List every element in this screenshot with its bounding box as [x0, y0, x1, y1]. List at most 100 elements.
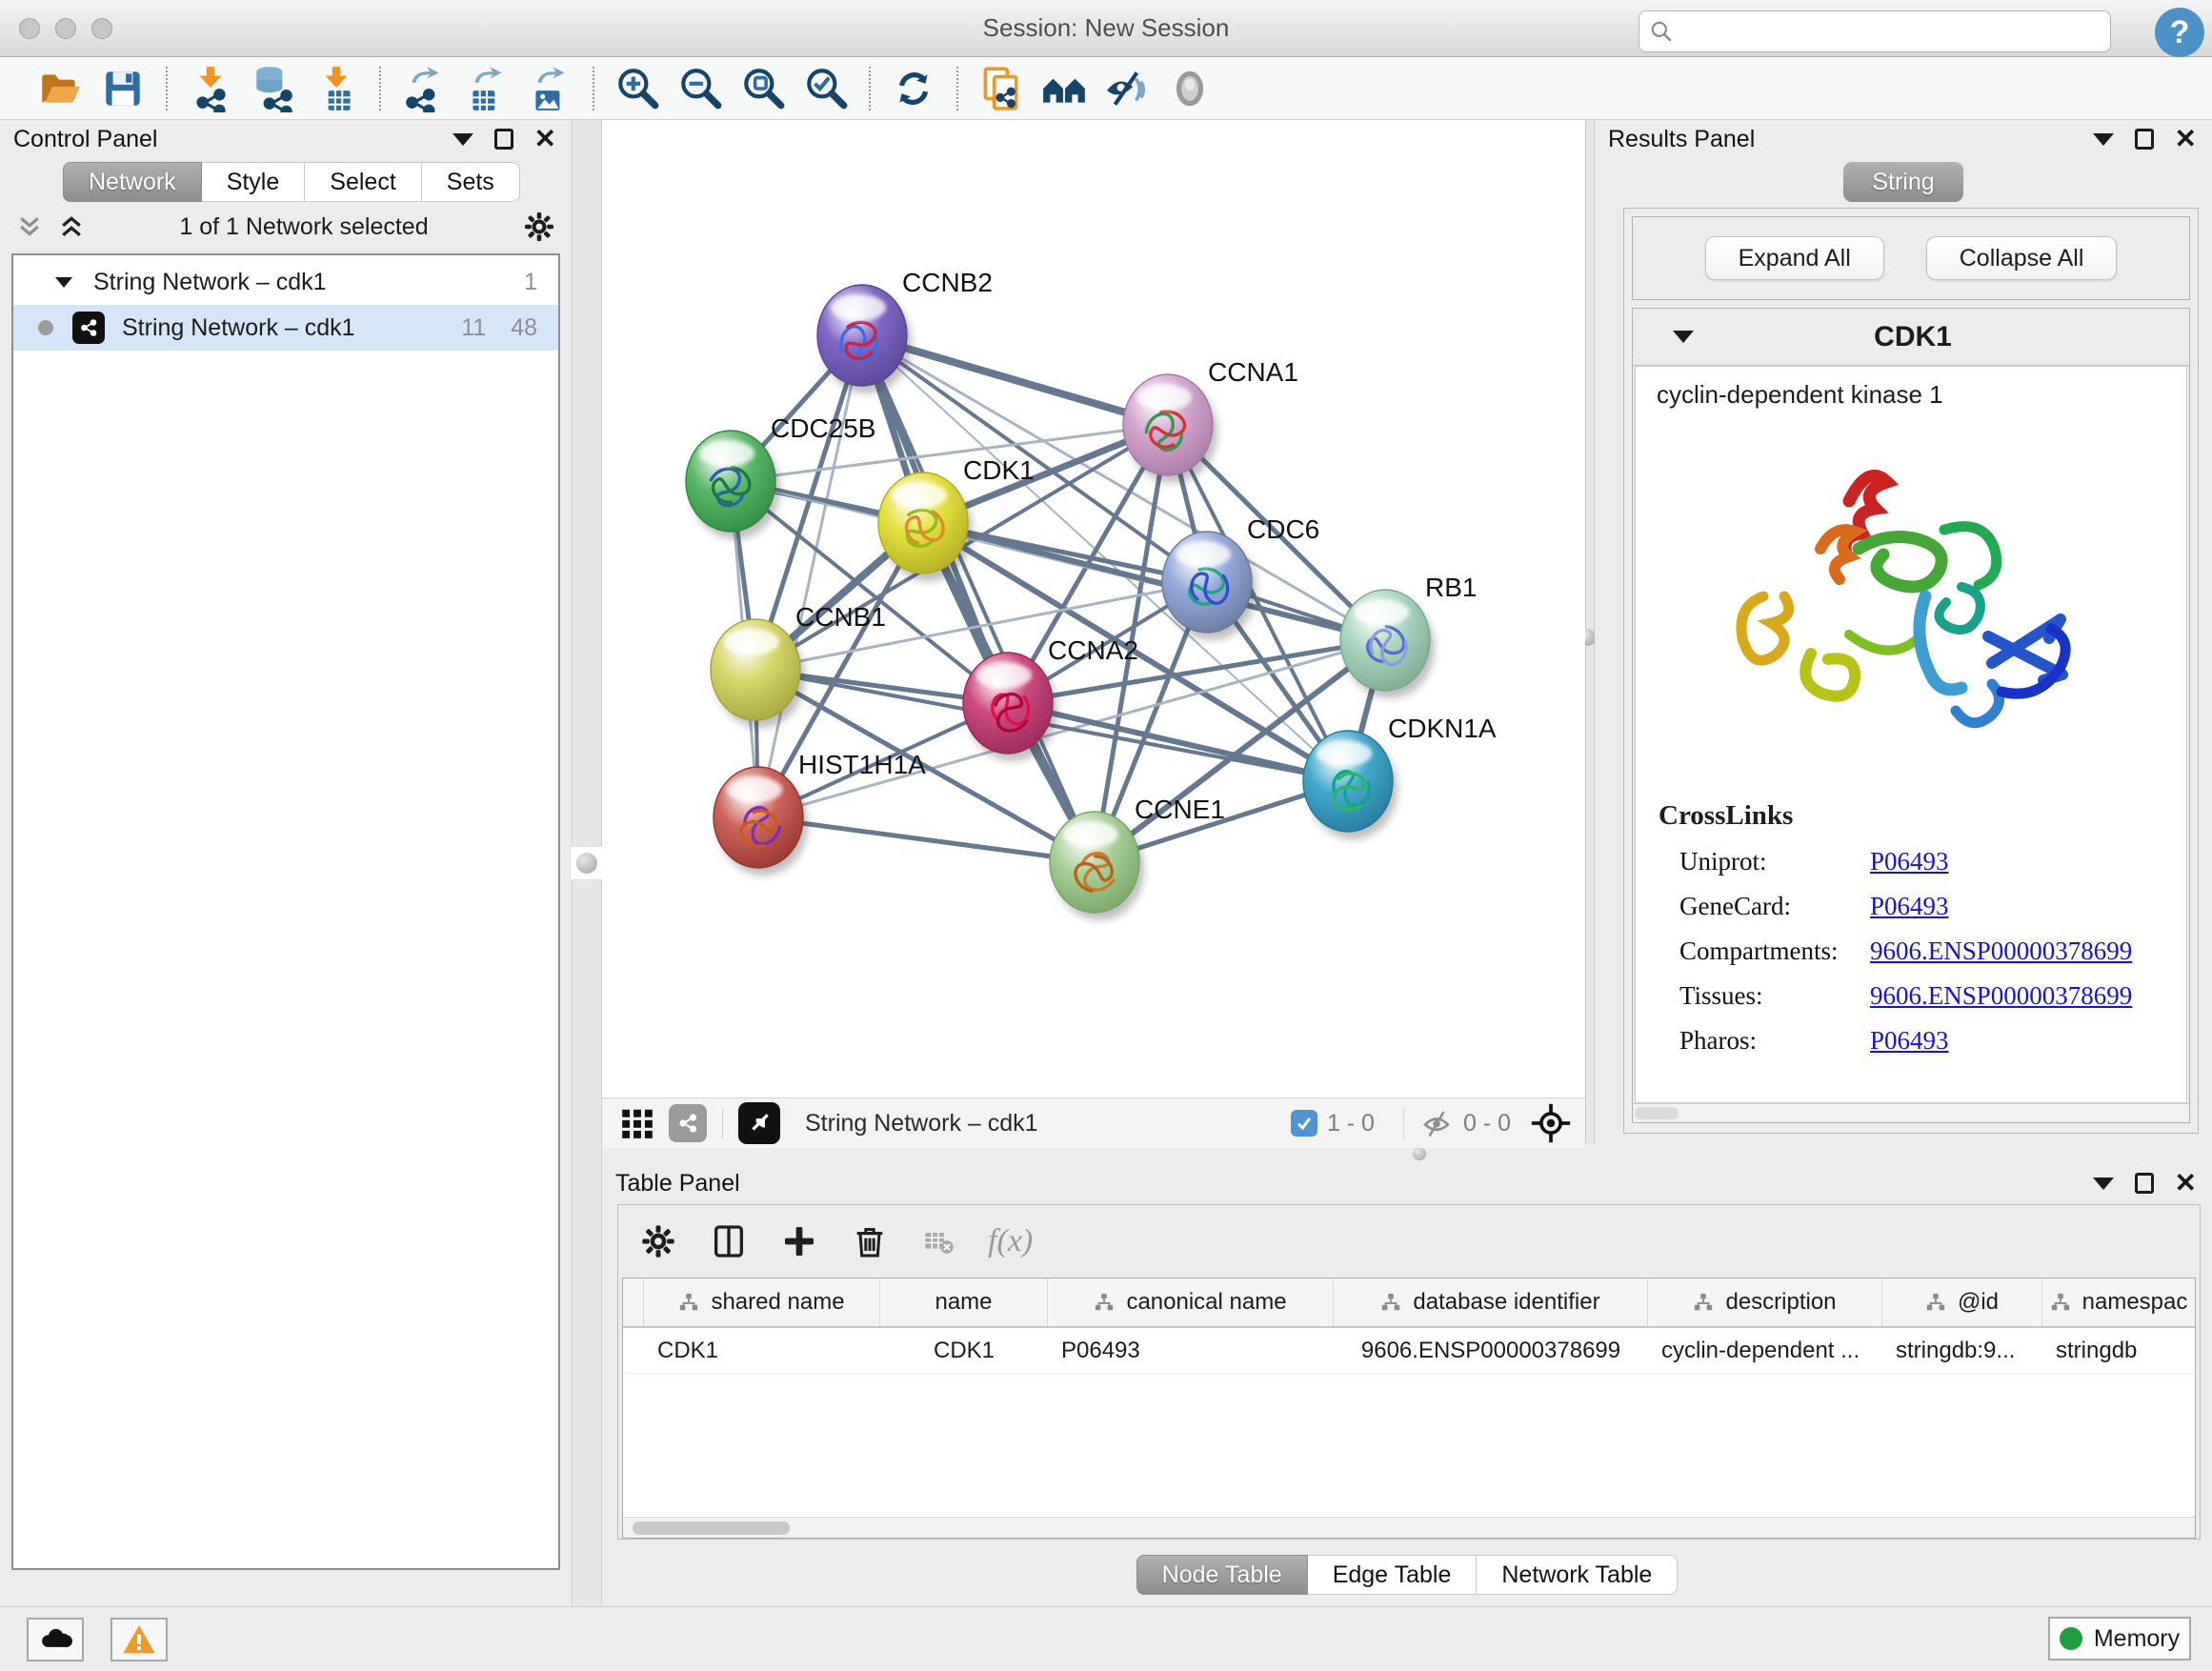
search-input[interactable] [1674, 13, 2110, 50]
expand-all-button[interactable]: Expand All [1705, 236, 1884, 280]
help-button[interactable]: ? [2155, 8, 2204, 57]
import-table-file-button[interactable] [305, 64, 368, 113]
tab-sets[interactable]: Sets [422, 162, 520, 202]
scrollbar-thumb[interactable] [1635, 1107, 1679, 1119]
open-session-button[interactable] [29, 64, 91, 113]
hide-graphics-details-button[interactable] [1096, 64, 1158, 113]
section-expander-icon[interactable] [1673, 331, 1694, 343]
panel-menu-icon[interactable] [2093, 133, 2114, 146]
column-name[interactable]: name [880, 1278, 1048, 1326]
column-canonical-name[interactable]: canonical name [1048, 1278, 1334, 1326]
warnings-button[interactable] [111, 1618, 168, 1661]
panel-close-icon[interactable]: ✕ [2175, 126, 2197, 152]
show-graphics-details-button[interactable] [1158, 64, 1221, 113]
network-canvas[interactable]: CCNB2CCNA1CDC25BCDK1CDC6RB1CCNB1CCNA2CDK… [602, 120, 1585, 1093]
tab-node-table[interactable]: Node Table [1136, 1555, 1308, 1595]
cell-name[interactable]: CDK1 [880, 1328, 1048, 1373]
panel-close-icon[interactable]: ✕ [534, 126, 556, 152]
search-box[interactable] [1639, 10, 2111, 52]
network-options-gear-icon[interactable] [522, 210, 556, 244]
import-network-database-button[interactable] [242, 64, 305, 113]
cloud-status-button[interactable] [27, 1618, 84, 1661]
birds-eye-toggle-button[interactable] [1033, 64, 1096, 113]
column-description[interactable]: description [1648, 1278, 1882, 1326]
collection-expander-icon[interactable] [55, 277, 72, 288]
network-edge-CCNB2-HIST1H1A[interactable] [758, 335, 862, 817]
table-row[interactable]: CDK1 CDK1 P06493 9606.ENSP00000378699 cy… [623, 1328, 2195, 1374]
network-node-CCNE1[interactable]: CCNE1 [1050, 795, 1225, 920]
selected-checkbox[interactable] [1291, 1110, 1317, 1137]
network-row-selected[interactable]: String Network – cdk1 1148 [13, 305, 558, 351]
table-horizontal-scrollbar[interactable] [623, 1517, 2195, 1538]
tab-network-table[interactable]: Network Table [1477, 1555, 1678, 1595]
export-table-button[interactable] [455, 64, 518, 113]
vertical-splitter[interactable] [572, 120, 602, 1606]
refresh-view-button[interactable] [882, 64, 945, 113]
zoom-selected-button[interactable] [794, 64, 857, 113]
crosslink-pharos[interactable]: P06493 [1870, 1026, 1949, 1056]
panel-float-icon[interactable] [2135, 1173, 2154, 1194]
zoom-fit-button[interactable] [732, 64, 794, 113]
panel-menu-icon[interactable] [452, 133, 473, 146]
save-session-button[interactable] [91, 64, 154, 113]
cell-description[interactable]: cyclin-dependent ... [1648, 1328, 1882, 1373]
network-edge-CCNA2-CDKN1A[interactable] [1008, 703, 1348, 781]
tab-string[interactable]: String [1843, 162, 1962, 202]
column-database-identifier[interactable]: database identifier [1334, 1278, 1648, 1326]
export-image-button[interactable] [518, 64, 581, 113]
table-options-gear-icon[interactable] [639, 1222, 677, 1260]
network-node-HIST1H1A[interactable]: HIST1H1A [714, 750, 926, 876]
column-shared-name[interactable]: shared name [644, 1278, 880, 1326]
panel-float-icon[interactable] [494, 129, 513, 150]
tab-network[interactable]: Network [63, 162, 202, 202]
grid-view-icon[interactable] [619, 1105, 655, 1141]
crosslink-tissues[interactable]: 9606.ENSP00000378699 [1870, 981, 2132, 1011]
network-node-CDC6[interactable]: CDC6 [1162, 514, 1319, 640]
results-splitter[interactable] [1585, 120, 1595, 1143]
zoom-out-button[interactable] [669, 64, 732, 113]
cell-shared-name[interactable]: CDK1 [644, 1328, 880, 1373]
refresh-icon [890, 65, 937, 112]
export-network-button[interactable] [392, 64, 455, 113]
results-scrollbar[interactable] [1633, 1103, 2189, 1122]
crosslink-compartments[interactable]: 9606.ENSP00000378699 [1870, 936, 2132, 966]
network-edge-CCNB2-CCNE1[interactable] [862, 335, 1095, 862]
tab-select[interactable]: Select [305, 162, 421, 202]
cell-namespace[interactable]: stringdb [2042, 1328, 2195, 1373]
panel-menu-icon[interactable] [2093, 1178, 2114, 1190]
network-node-CCNB1[interactable]: CCNB1 [711, 602, 886, 728]
panel-float-icon[interactable] [2135, 129, 2154, 150]
birds-eye-button[interactable] [738, 1102, 780, 1144]
delete-column-icon[interactable] [851, 1222, 889, 1260]
protein-section-header[interactable]: CDK1 [1633, 309, 2189, 366]
network-edge-HIST1H1A-CCNE1[interactable] [758, 817, 1095, 862]
scrollbar-thumb[interactable] [633, 1521, 790, 1535]
network-node-RB1[interactable]: RB1 [1340, 573, 1477, 698]
expand-all-icon[interactable] [57, 212, 86, 241]
tab-edge-table[interactable]: Edge Table [1308, 1555, 1478, 1595]
panel-close-icon[interactable]: ✕ [2175, 1170, 2197, 1197]
crosslink-label: Tissues: [1679, 981, 1870, 1011]
cell-canonical-name[interactable]: P06493 [1048, 1328, 1334, 1373]
column-id[interactable]: @id [1882, 1278, 2042, 1326]
show-columns-icon[interactable] [710, 1222, 748, 1260]
import-network-file-button[interactable] [179, 64, 242, 113]
clone-network-button[interactable] [970, 64, 1033, 113]
crosslink-uniprot[interactable]: P06493 [1870, 847, 1949, 876]
zoom-in-button[interactable] [606, 64, 669, 113]
cell-database-identifier[interactable]: 9606.ENSP00000378699 [1334, 1328, 1648, 1373]
add-column-icon[interactable] [780, 1222, 818, 1260]
memory-button[interactable]: Memory [2048, 1617, 2191, 1661]
column-namespace[interactable]: namespac [2042, 1278, 2195, 1326]
collapse-all-button[interactable]: Collapse All [1926, 236, 2118, 280]
collapse-all-icon[interactable] [15, 212, 44, 241]
network-node-CDKN1A[interactable]: CDKN1A [1303, 714, 1497, 839]
tab-style[interactable]: Style [202, 162, 306, 202]
splitter-knob[interactable] [570, 846, 604, 880]
cell-id[interactable]: stringdb:9... [1882, 1328, 2042, 1373]
network-collection-row[interactable]: String Network – cdk1 1 [13, 259, 558, 305]
toolbar-separator [956, 67, 958, 111]
crosslink-genecard[interactable]: P06493 [1870, 892, 1949, 921]
string-tab-icon[interactable] [669, 1104, 707, 1142]
fit-selected-crosshair-icon[interactable] [1530, 1102, 1572, 1144]
